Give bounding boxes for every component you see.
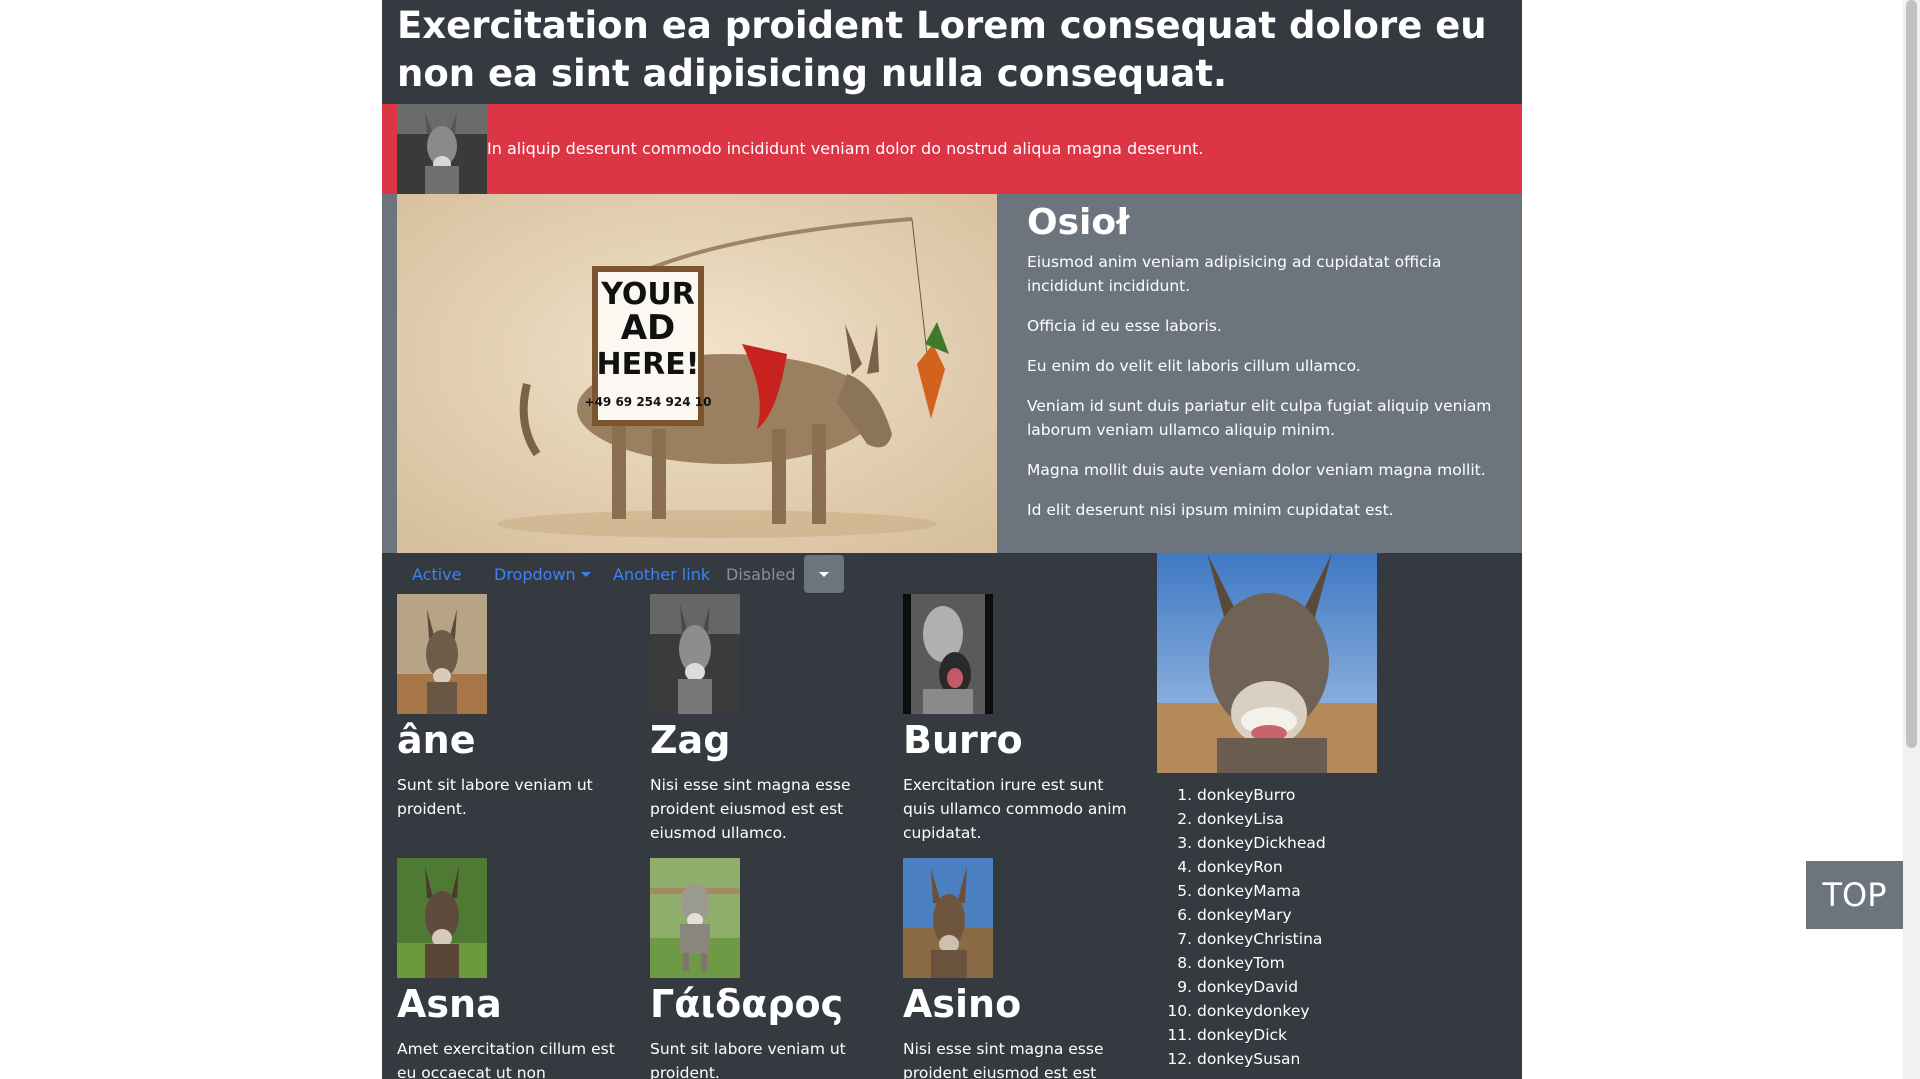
page-scrollbar[interactable] <box>1903 0 1920 1079</box>
list-item: donkeyMary <box>1197 903 1326 927</box>
hero-paragraphs: Eiusmod anim veniam adipisicing ad cupid… <box>1027 250 1497 538</box>
list-item: donkeyBurro <box>1197 783 1326 807</box>
donkey-photo <box>903 858 993 978</box>
list-item: donkeyMama <box>1197 879 1326 903</box>
page-container: Exercitation ea proident Lorem consequat… <box>382 0 1522 1079</box>
scroll-to-top-button[interactable]: TOP <box>1806 861 1903 929</box>
donkey-photo <box>397 594 487 714</box>
donkey-photo <box>650 858 740 978</box>
hero-paragraph: Id elit deserunt nisi ipsum minim cupida… <box>1027 501 1394 519</box>
hero-section: YOUR AD HERE! +49 69 254 924 10 Osioł Ei… <box>382 194 1522 553</box>
list-item: donkeyDickhead <box>1197 831 1326 855</box>
ad-sign-line-3: HERE! <box>597 347 700 382</box>
hero-paragraph: Eu enim do velit elit laboris cillum ull… <box>1027 357 1361 375</box>
nav-dropdown[interactable]: Dropdown <box>494 564 591 586</box>
nav-link-another[interactable]: Another link <box>613 564 710 586</box>
donkey-photo <box>397 858 487 978</box>
alert-banner: In aliquip deserunt commodo incididunt v… <box>382 104 1522 194</box>
list-item: donkeyDavid <box>1197 975 1326 999</box>
card-title: Burro <box>903 718 1023 762</box>
caret-down-icon <box>819 572 829 577</box>
page-title: Exercitation ea proident Lorem consequat… <box>397 4 1487 95</box>
list-item: donkeyChristina <box>1197 927 1326 951</box>
hero-paragraph: Officia id eu esse laboris. <box>1027 317 1222 335</box>
nav-bar: Active Dropdown Another link Disabled <box>397 555 1237 595</box>
dropdown-toggle-button[interactable] <box>804 555 844 593</box>
card-text: Sunt sit labore veniam ut proident. <box>397 776 593 818</box>
donkey-ad-image: YOUR AD HERE! +49 69 254 924 10 <box>397 194 997 553</box>
alert-text: In aliquip deserunt commodo incididunt v… <box>487 139 1204 158</box>
donkey-photo <box>650 594 740 714</box>
card-text: Exercitation irure est sunt quis ullamco… <box>903 776 1127 842</box>
card-title: Zag <box>650 718 731 762</box>
list-item: donkeyRon <box>1197 855 1326 879</box>
list-item: donkeyTom <box>1197 951 1326 975</box>
list-item: donkeyDick <box>1197 1023 1326 1047</box>
card-text: Amet exercitation cillum est eu occaecat… <box>397 1040 615 1079</box>
page-header: Exercitation ea proident Lorem consequat… <box>382 0 1522 104</box>
donkey-thumbnail-image <box>397 104 487 194</box>
nav-link-disabled: Disabled <box>726 565 796 584</box>
nav-link-active[interactable]: Active <box>412 564 462 586</box>
laughing-donkey-image <box>1157 553 1377 773</box>
ad-sign-line-1: YOUR <box>600 277 695 312</box>
card-title: Asna <box>397 982 502 1026</box>
list-item: donkeySusan <box>1197 1047 1326 1071</box>
caret-down-icon <box>580 572 591 577</box>
donkey-photo <box>903 594 993 714</box>
card-title: Asino <box>903 982 1022 1026</box>
ad-sign-phone: +49 69 254 924 10 <box>585 395 712 409</box>
nav-dropdown-label: Dropdown <box>494 565 576 584</box>
card-title: âne <box>397 718 476 762</box>
hero-paragraph: Eiusmod anim veniam adipisicing ad cupid… <box>1027 253 1442 295</box>
hero-paragraph: Veniam id sunt duis pariatur elit culpa … <box>1027 397 1492 439</box>
donkey-list: donkeyBurro donkeyLisa donkeyDickhead do… <box>1157 783 1326 1071</box>
ad-sign-line-2: AD <box>621 308 676 348</box>
scrollbar-thumb[interactable] <box>1906 0 1917 748</box>
card-text: Nisi esse sint magna esse proident eiusm… <box>650 776 851 842</box>
hero-paragraph: Magna mollit duis aute veniam dolor veni… <box>1027 461 1486 479</box>
card-text: Nisi esse sint magna esse proident eiusm… <box>903 1040 1104 1079</box>
hero-title: Osioł <box>1027 202 1130 243</box>
card-text: Sunt sit labore veniam ut proident. <box>650 1040 846 1079</box>
list-item: donkeydonkey <box>1197 999 1326 1023</box>
list-item: donkeyLisa <box>1197 807 1326 831</box>
card-title: Γάιδαρος <box>650 982 844 1026</box>
